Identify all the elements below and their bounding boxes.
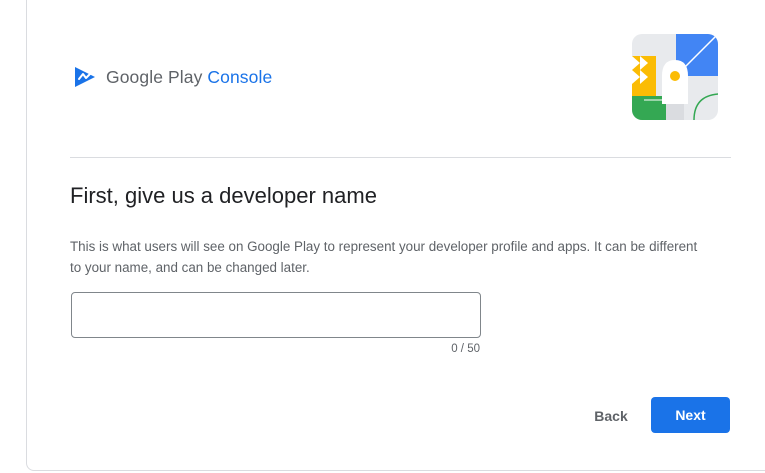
- developer-illustration-icon: [632, 34, 718, 120]
- next-button[interactable]: Next: [651, 397, 730, 433]
- play-console-icon: [75, 67, 95, 87]
- header-divider: [70, 157, 731, 158]
- page-title: First, give us a developer name: [70, 183, 377, 208]
- page: Google Play Console First, give us a dev…: [0, 0, 765, 473]
- play-console-logo: Google Play Console: [72, 63, 272, 91]
- character-counter: 0 / 50: [451, 343, 480, 355]
- logo-google-play: Google Play: [106, 66, 203, 87]
- back-button[interactable]: Back: [580, 399, 642, 433]
- logo-wordmark: Google Play Console: [106, 67, 272, 88]
- logo-console: Console: [207, 66, 273, 87]
- developer-name-input[interactable]: [71, 292, 481, 338]
- page-description: This is what users will see on Google Pl…: [70, 239, 698, 275]
